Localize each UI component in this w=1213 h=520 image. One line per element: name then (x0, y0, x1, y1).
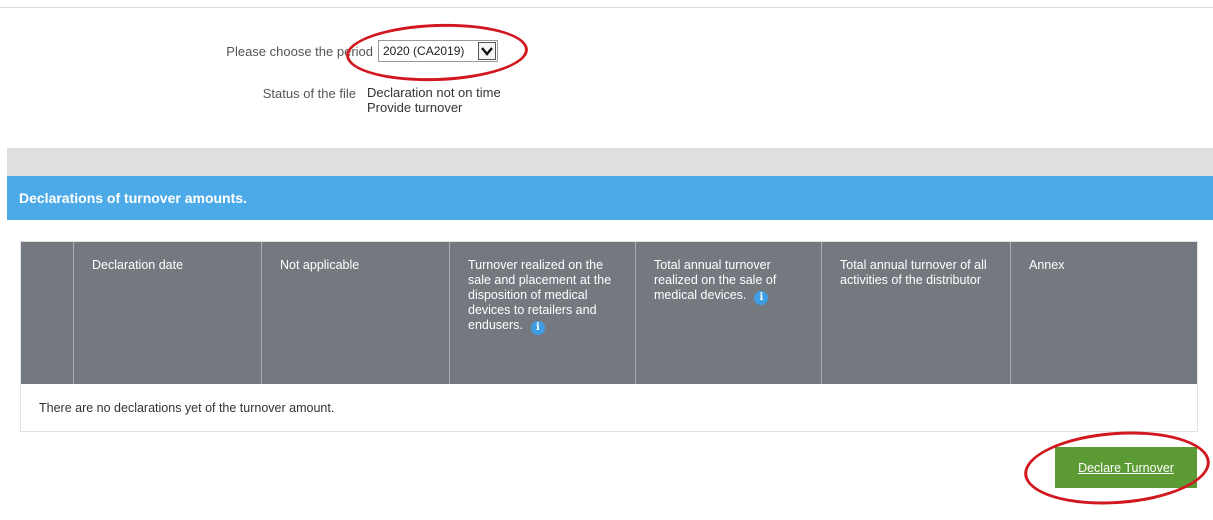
period-select[interactable]: 2020 (CA2019) (378, 40, 498, 62)
chevron-down-icon[interactable] (478, 42, 496, 60)
info-icon[interactable]: i (754, 291, 769, 305)
status-line: Provide turnover (367, 100, 463, 115)
column-header-turnover-medical: Total annual turnover realized on the sa… (636, 242, 822, 384)
column-header-select (21, 242, 74, 384)
section-title: Declarations of turnover amounts. (19, 190, 247, 206)
column-header-declaration-date: Declaration date (74, 242, 262, 384)
info-icon[interactable]: i (530, 321, 545, 335)
status-label: Status of the file (262, 86, 356, 101)
status-line: Declaration not on time (367, 85, 501, 100)
column-header-turnover-retail: Turnover realized on the sale and placem… (450, 242, 636, 384)
status-value: Declaration not on time Provide turnover (367, 85, 501, 115)
table-header-row: Declaration date Not applicable Turnover… (21, 242, 1197, 384)
period-select-value: 2020 (CA2019) (383, 44, 465, 58)
empty-table-message: There are no declarations yet of the tur… (39, 401, 335, 415)
declarations-table: Declaration date Not applicable Turnover… (20, 241, 1198, 432)
column-header-turnover-all: Total annual turnover of all activities … (822, 242, 1011, 384)
declare-turnover-button[interactable]: Declare Turnover (1055, 447, 1197, 488)
column-header-annex: Annex (1029, 258, 1065, 272)
column-header-not-applicable: Not applicable (262, 242, 450, 384)
grey-separator (7, 148, 1213, 176)
period-label: Please choose the period (226, 44, 373, 59)
top-divider (0, 7, 1213, 8)
section-header: Declarations of turnover amounts. (7, 176, 1213, 220)
